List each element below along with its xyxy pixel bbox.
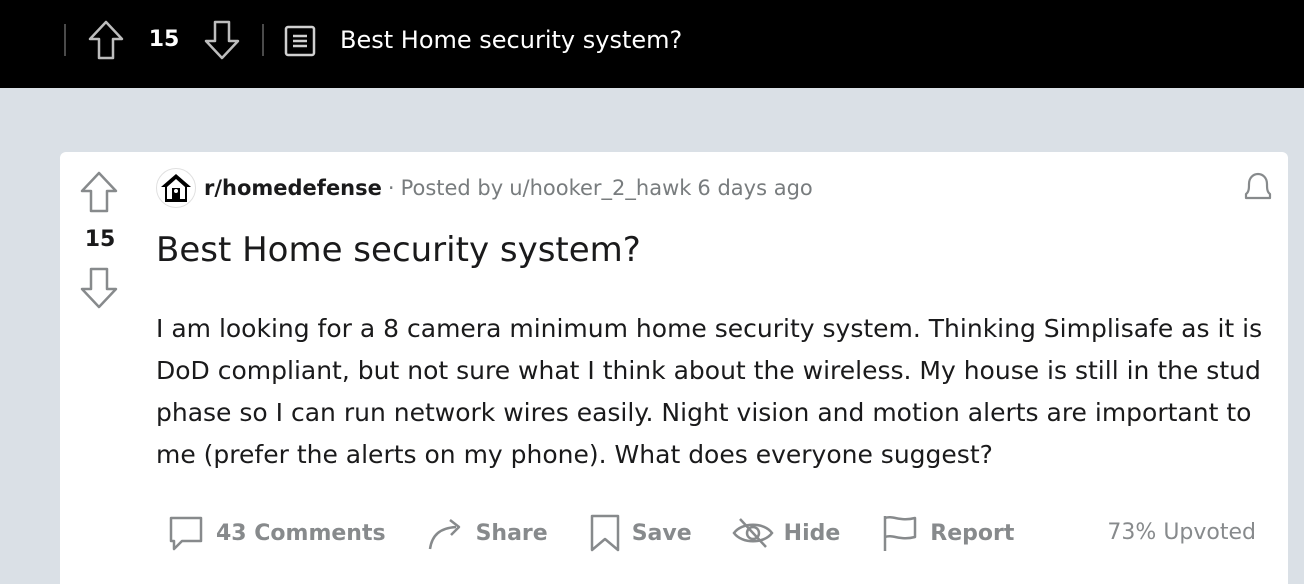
post-meta: r/homedefense · Posted by u/hooker_2_haw… — [156, 168, 813, 208]
text-post-icon — [284, 25, 316, 57]
hide-button[interactable]: Hide — [726, 508, 847, 558]
upvote-ratio: 73% Upvoted — [1107, 520, 1256, 545]
author-link[interactable]: u/hooker_2_hawk — [509, 176, 691, 200]
header-divider — [262, 24, 264, 56]
post-title[interactable]: Best Home security system? — [156, 226, 1256, 274]
header-post-title[interactable]: Best Home security system? — [340, 22, 682, 58]
post-timestamp[interactable]: 6 days ago — [697, 176, 812, 200]
meta-separator: · — [387, 176, 395, 200]
flag-icon — [884, 516, 917, 551]
report-label: Report — [930, 520, 1015, 546]
bookmark-icon — [590, 514, 619, 552]
comments-button[interactable]: 43 Comments — [160, 508, 392, 558]
post-actions-bar: 43 Comments Share Save Hide Report — [156, 508, 1266, 558]
post-card: 15 r/homedefense · Posted by u/hooker_2_… — [60, 152, 1288, 584]
comments-label: 43 Comments — [216, 520, 386, 546]
posted-by-label: Posted by — [400, 176, 504, 200]
comment-bubble-icon — [169, 516, 203, 551]
save-button[interactable]: Save — [582, 508, 698, 558]
share-label: Share — [475, 520, 548, 546]
downvote-arrow-icon[interactable] — [78, 266, 120, 310]
eye-slash-icon — [732, 518, 774, 548]
upvote-arrow-icon[interactable] — [86, 19, 126, 61]
header-vote-score: 15 — [148, 27, 180, 52]
house-icon — [161, 174, 191, 202]
hide-label: Hide — [783, 520, 841, 546]
header-divider — [64, 24, 66, 56]
sticky-post-header: 15 Best Home security system? — [0, 0, 1304, 88]
subreddit-avatar[interactable] — [156, 168, 196, 208]
share-arrow-icon — [428, 519, 460, 550]
downvote-arrow-icon[interactable] — [202, 19, 242, 61]
vote-score: 15 — [84, 227, 116, 252]
save-label: Save — [631, 520, 692, 546]
post-body: I am looking for a 8 camera minimum home… — [156, 314, 1263, 469]
bell-icon[interactable] — [1240, 170, 1276, 206]
share-button[interactable]: Share — [420, 508, 554, 558]
upvote-arrow-icon[interactable] — [78, 170, 120, 214]
vote-column: 15 — [60, 152, 140, 584]
report-button[interactable]: Report — [874, 508, 1020, 558]
subreddit-link[interactable]: r/homedefense — [204, 176, 382, 200]
